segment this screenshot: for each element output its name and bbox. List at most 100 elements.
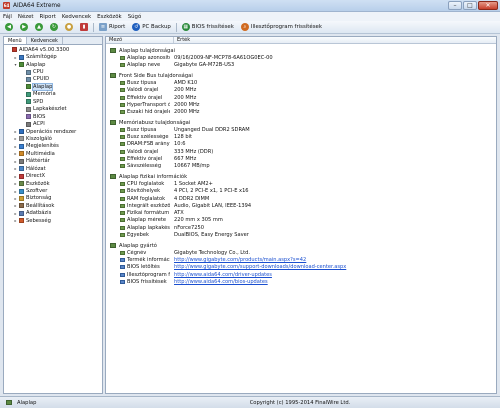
property-row[interactable]: DRAM:FSB arány 10:6 — [106, 141, 496, 148]
property-row[interactable]: Valódi órajel 200 MHz — [106, 87, 496, 94]
expand-icon[interactable]: ▸ — [13, 136, 18, 141]
tree-item[interactable]: CPUID — [4, 76, 102, 83]
bios-updates-button[interactable]: ▦ BIOS frissítések — [180, 22, 236, 32]
expand-icon[interactable]: ▸ — [13, 159, 18, 164]
property-value: 200 MHz — [174, 94, 197, 101]
menu-favorites[interactable]: Kedvencek — [62, 14, 91, 20]
expand-icon[interactable]: ▸ — [13, 129, 18, 134]
expand-icon[interactable]: ▸ — [13, 189, 18, 194]
property-row[interactable]: Alaplap neve Gigabyte GA-M72B-US3 — [106, 62, 496, 69]
property-row[interactable]: Busz típusa Unganged Dual DDR2 SDRAM — [106, 126, 496, 133]
property-row[interactable]: BIOS frissítések http://www.aida64.com/bi… — [106, 278, 496, 285]
tree-item[interactable]: SPD — [4, 98, 102, 105]
maximize-button[interactable]: □ — [463, 1, 477, 10]
tree-item[interactable]: ▸ Megjelenítés — [4, 143, 102, 150]
property-row[interactable]: Alaplap lapkakészlet nForce7250 — [106, 224, 496, 231]
property-row[interactable]: Busz típusa AMD K10 — [106, 79, 496, 86]
property-row[interactable]: Alaplap azonosítója 09/16/2009-NF-MCP78-6… — [106, 54, 496, 61]
property-row[interactable]: Valódi órajel 333 MHz (DDR) — [106, 148, 496, 155]
tree-item[interactable]: ▸ Kiszolgáló — [4, 135, 102, 142]
motherboard-icon — [110, 73, 116, 79]
expand-icon[interactable]: ▸ — [13, 218, 18, 223]
tree-item[interactable]: ▸ Számítógép — [4, 53, 102, 60]
user-button[interactable]: ● — [63, 22, 75, 32]
property-icon — [120, 135, 125, 140]
property-link[interactable]: http://www.gigabyte.com/products/main.as… — [170, 257, 306, 263]
property-row[interactable]: Busz szélessége 128 bit — [106, 134, 496, 141]
menu-help[interactable]: Súgó — [128, 14, 142, 20]
report-button[interactable]: ≡ Riport — [97, 22, 127, 32]
property-row[interactable]: Termék információ http://www.gigabyte.com… — [106, 256, 496, 263]
menu-report[interactable]: Riport — [40, 14, 56, 20]
refresh-button[interactable]: ↻ — [48, 22, 60, 32]
tree-item[interactable]: ▸ Multimédia — [4, 150, 102, 157]
tree-item[interactable]: Lapkakészlet — [4, 106, 102, 113]
property-row[interactable]: Effektív órajel 667 MHz — [106, 155, 496, 162]
property-link[interactable]: http://www.aida64.com/bios-updates — [170, 279, 268, 285]
menu-file[interactable]: Fájl — [3, 14, 12, 20]
property-row[interactable]: Bővítőhelyek 4 PCI, 2 PCI-E x1, 1 PCI-E x… — [106, 188, 496, 195]
property-link[interactable]: http://www.aida64.com/driver-updates — [170, 272, 272, 278]
forward-button[interactable]: ▶ — [18, 22, 30, 32]
menu-view[interactable]: Nézet — [18, 14, 34, 20]
aida64-logo-icon: 64 — [3, 2, 10, 9]
expand-icon[interactable]: ▸ — [13, 181, 18, 186]
expand-icon[interactable]: ▸ — [13, 203, 18, 208]
property-row[interactable]: CPU foglalatok 1 Socket AM2+ — [106, 180, 496, 187]
property-row[interactable]: Illesztőprogram frissítéshttp://www.aida… — [106, 271, 496, 278]
property-row[interactable]: Integrált eszközök Audio, Gigabit LAN, IE… — [106, 202, 496, 209]
property-section: Memóriabusz tulajdonságai Busz típusa Unga… — [106, 119, 496, 170]
property-value: Unganged Dual DDR2 SDRAM — [174, 126, 250, 133]
close-button[interactable]: ✕ — [478, 1, 498, 10]
pc-backup-button[interactable]: ↺ PC Backup — [130, 22, 173, 32]
tree-item[interactable]: ▸ Háttértár — [4, 158, 102, 165]
expand-icon[interactable]: ▸ — [13, 166, 18, 171]
tree-item[interactable]: ▸ Eszközök — [4, 180, 102, 187]
expand-icon[interactable]: ▸ — [13, 174, 18, 179]
property-row[interactable]: RAM foglalatok 4 DDR2 DIMM — [106, 195, 496, 202]
tree-item[interactable]: ▸ Beállítások — [4, 202, 102, 209]
expand-icon[interactable]: ▸ — [13, 211, 18, 216]
back-button[interactable]: ◀ — [3, 22, 15, 32]
expand-icon[interactable]: ▸ — [13, 144, 18, 149]
property-row[interactable]: BIOS letöltés http://www.gigabyte.com/sup… — [106, 264, 496, 271]
tree-item[interactable]: Memória — [4, 91, 102, 98]
property-row[interactable]: Egyebek DualBIOS, Easy Energy Saver — [106, 231, 496, 238]
expand-icon[interactable]: ▸ — [13, 151, 18, 156]
tree-item[interactable]: ▸ Hálózat — [4, 165, 102, 172]
driver-updates-button[interactable]: ⌕ Illesztőprogram frissítések — [239, 22, 324, 32]
tree-item[interactable]: ▸ Szoftver — [4, 187, 102, 194]
property-row[interactable]: Alaplap mérete 220 mm x 305 mm — [106, 217, 496, 224]
tab-favorites[interactable]: Kedvencek — [27, 37, 63, 44]
property-row[interactable]: HyperTransport órajel 2000 MHz — [106, 101, 496, 108]
tree-item[interactable]: ▸ DirectX — [4, 172, 102, 179]
property-row[interactable]: Északi híd órajele 2000 MHz — [106, 109, 496, 116]
expand-icon[interactable]: ▸ — [13, 196, 18, 201]
value-column-header[interactable]: Érték — [174, 37, 190, 43]
tree-item[interactable]: ▸ Biztonság — [4, 195, 102, 202]
menu-tools[interactable]: Eszközök — [97, 14, 122, 20]
property-link[interactable]: http://www.gigabyte.com/support-download… — [170, 264, 346, 270]
expand-icon[interactable]: ▾ — [13, 62, 18, 67]
property-row[interactable]: Effektív órajel 200 MHz — [106, 94, 496, 101]
up-button[interactable]: ▲ — [33, 22, 45, 32]
field-column-header[interactable]: Mező — [106, 37, 174, 43]
property-row[interactable]: Sávszélesség 10667 MB/mp — [106, 163, 496, 170]
tree-item[interactable]: ▸ Operációs rendszer — [4, 128, 102, 135]
tree-item[interactable]: AIDA64 v5.00.3300 — [4, 46, 102, 53]
minimize-button[interactable]: – — [448, 1, 462, 10]
tree-item[interactable]: BIOS — [4, 113, 102, 120]
property-label: Alaplap lapkakészlet — [127, 224, 170, 231]
tree-item[interactable]: ▸ Adatbázis — [4, 210, 102, 217]
tree-item[interactable]: CPU — [4, 68, 102, 75]
tree-item[interactable]: ACPI — [4, 120, 102, 127]
property-row[interactable]: Fizikai formátum ATX — [106, 210, 496, 217]
tree-item[interactable]: ▾ Alaplap — [4, 61, 102, 68]
property-row[interactable]: Cégnév Gigabyte Technology Co., Ltd. — [106, 249, 496, 256]
expand-icon[interactable]: ▸ — [13, 55, 18, 60]
tab-menu[interactable]: Menü — [4, 37, 27, 44]
chart-button[interactable]: ▮ — [78, 22, 90, 32]
tree-item[interactable]: ▸ Sebesség — [4, 217, 102, 224]
property-field: Valódi órajel — [106, 87, 170, 93]
tree-item[interactable]: Alaplap — [4, 82, 102, 91]
